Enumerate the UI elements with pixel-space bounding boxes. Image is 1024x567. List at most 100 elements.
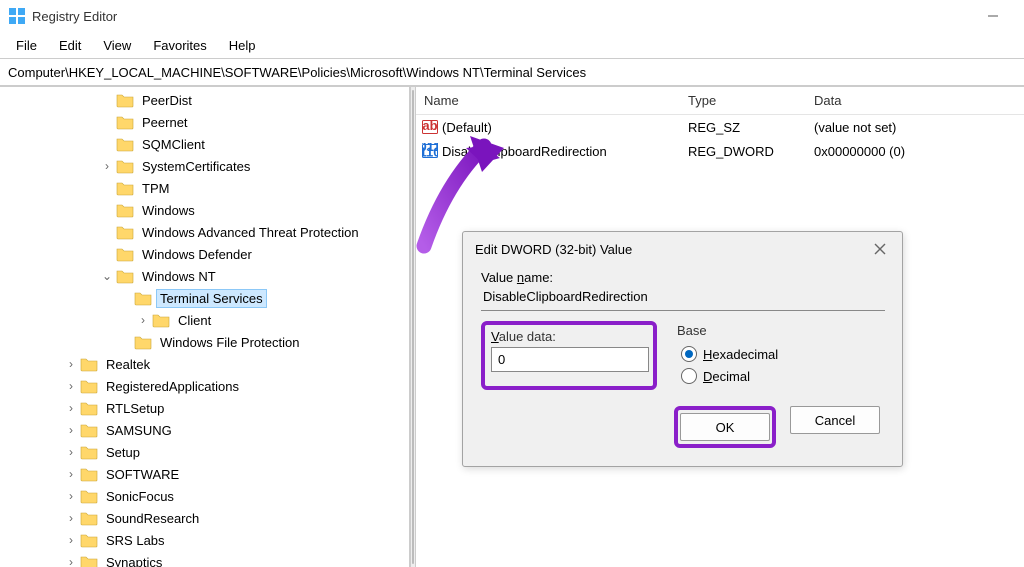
expand-icon[interactable]: › [64,489,78,503]
value-data-label: Value data: [491,329,647,344]
app-icon [8,7,26,25]
tree-pane[interactable]: PeerDistPeernet SQMClient ›SystemCertifica… [0,87,410,567]
expand-icon[interactable]: › [136,313,150,327]
expand-icon[interactable]: › [64,533,78,547]
folder-icon [80,488,98,504]
tree-item[interactable]: ›Client [0,309,409,331]
folder-icon [116,136,134,152]
minimize-button[interactable] [970,1,1016,31]
folder-icon [116,114,134,130]
folder-icon [80,510,98,526]
tree-item[interactable]: Windows File Protection [0,331,409,353]
expand-icon[interactable]: › [100,159,114,173]
tree-label: SonicFocus [103,488,177,505]
menu-bar: File Edit View Favorites Help [0,32,1024,58]
folder-icon [116,180,134,196]
tree-item[interactable]: › Realtek [0,353,409,375]
expand-icon[interactable]: › [64,357,78,371]
folder-icon [80,422,98,438]
menu-file[interactable]: File [6,35,47,56]
tree-item[interactable]: Windows Defender [0,243,409,265]
tree-item[interactable]: Windows [0,199,409,221]
tree-item[interactable]: ⌄Windows NT [0,265,409,287]
expand-icon[interactable] [100,225,114,239]
tree-item[interactable]: Peernet [0,111,409,133]
dialog-title: Edit DWORD (32-bit) Value [475,242,632,257]
tree-item[interactable]: Windows Advanced Threat Protection [0,221,409,243]
edit-dword-dialog: Edit DWORD (32-bit) Value Value name: Di… [462,231,903,467]
value-data-input[interactable] [491,347,649,372]
menu-favorites[interactable]: Favorites [143,35,216,56]
base-label: Base [677,323,884,338]
tree-label: SRS Labs [103,532,168,549]
expand-icon[interactable] [100,247,114,261]
expand-icon[interactable] [100,203,114,217]
col-data[interactable]: Data [806,93,1024,108]
tree-item[interactable]: PeerDist [0,89,409,111]
expand-icon[interactable] [100,181,114,195]
list-header: Name Type Data [416,87,1024,115]
value-name-label: Value name: [481,270,884,285]
tree-label: Windows Advanced Threat Protection [139,224,362,241]
title-bar: Registry Editor [0,0,1024,32]
folder-icon [80,378,98,394]
value-row[interactable]: ab(Default)REG_SZ(value not set) [416,115,1024,139]
ok-button[interactable]: OK [680,413,770,441]
col-type[interactable]: Type [680,93,806,108]
folder-icon [116,92,134,108]
tree-item[interactable]: › SonicFocus [0,485,409,507]
cancel-button[interactable]: Cancel [790,406,880,434]
window-title: Registry Editor [32,9,117,24]
expand-icon[interactable]: › [64,445,78,459]
base-group: Base Hexadecimal Decimal [677,321,884,390]
expand-icon[interactable] [118,291,132,305]
tree-item[interactable]: ›SOFTWARE [0,463,409,485]
col-name[interactable]: Name [416,93,680,108]
tree-item[interactable]: SQMClient [0,133,409,155]
tree-item[interactable]: ›RegisteredApplications [0,375,409,397]
tree-item[interactable]: ›Setup [0,441,409,463]
folder-icon [116,202,134,218]
dialog-close-button[interactable] [870,239,890,259]
expand-icon[interactable]: › [64,379,78,393]
folder-icon [80,356,98,372]
tree-item[interactable]: ›Synaptics [0,551,409,567]
tree-label: Windows Defender [139,246,255,263]
expand-icon[interactable] [100,115,114,129]
folder-icon [80,532,98,548]
expand-icon[interactable]: › [64,555,78,567]
menu-view[interactable]: View [93,35,141,56]
tree-item[interactable]: ›RTLSetup [0,397,409,419]
folder-icon [152,312,170,328]
expand-icon[interactable] [100,93,114,107]
radio-icon [681,346,697,362]
value-type: REG_DWORD [680,144,806,159]
address-bar[interactable]: Computer\HKEY_LOCAL_MACHINE\SOFTWARE\Pol… [0,58,1024,86]
tree-label: SQMClient [139,136,208,153]
expand-icon[interactable]: › [64,511,78,525]
expand-icon[interactable] [100,137,114,151]
tree-item[interactable]: ›SoundResearch [0,507,409,529]
menu-help[interactable]: Help [219,35,266,56]
radio-decimal[interactable]: Decimal [677,368,884,384]
svg-text:ab: ab [422,119,437,133]
expand-icon[interactable]: › [64,401,78,415]
tree-item[interactable]: ›SAMSUNG [0,419,409,441]
expand-icon[interactable]: ⌄ [100,269,114,283]
tree-item[interactable]: TPM [0,177,409,199]
value-row[interactable]: 011110DisableClipboardRedirectionREG_DWO… [416,139,1024,163]
expand-icon[interactable]: › [64,467,78,481]
tree-label: Terminal Services [157,290,266,307]
expand-icon[interactable] [118,335,132,349]
tree-label: Windows File Protection [157,334,302,351]
tree-label: Realtek [103,356,153,373]
value-name-field[interactable]: DisableClipboardRedirection [481,289,885,311]
folder-icon [80,444,98,460]
tree-item[interactable]: › SRS Labs [0,529,409,551]
menu-edit[interactable]: Edit [49,35,91,56]
tree-item[interactable]: ›SystemCertificates [0,155,409,177]
address-text: Computer\HKEY_LOCAL_MACHINE\SOFTWARE\Pol… [8,65,586,80]
radio-hexadecimal[interactable]: Hexadecimal [677,346,884,362]
expand-icon[interactable]: › [64,423,78,437]
tree-item[interactable]: Terminal Services [0,287,409,309]
